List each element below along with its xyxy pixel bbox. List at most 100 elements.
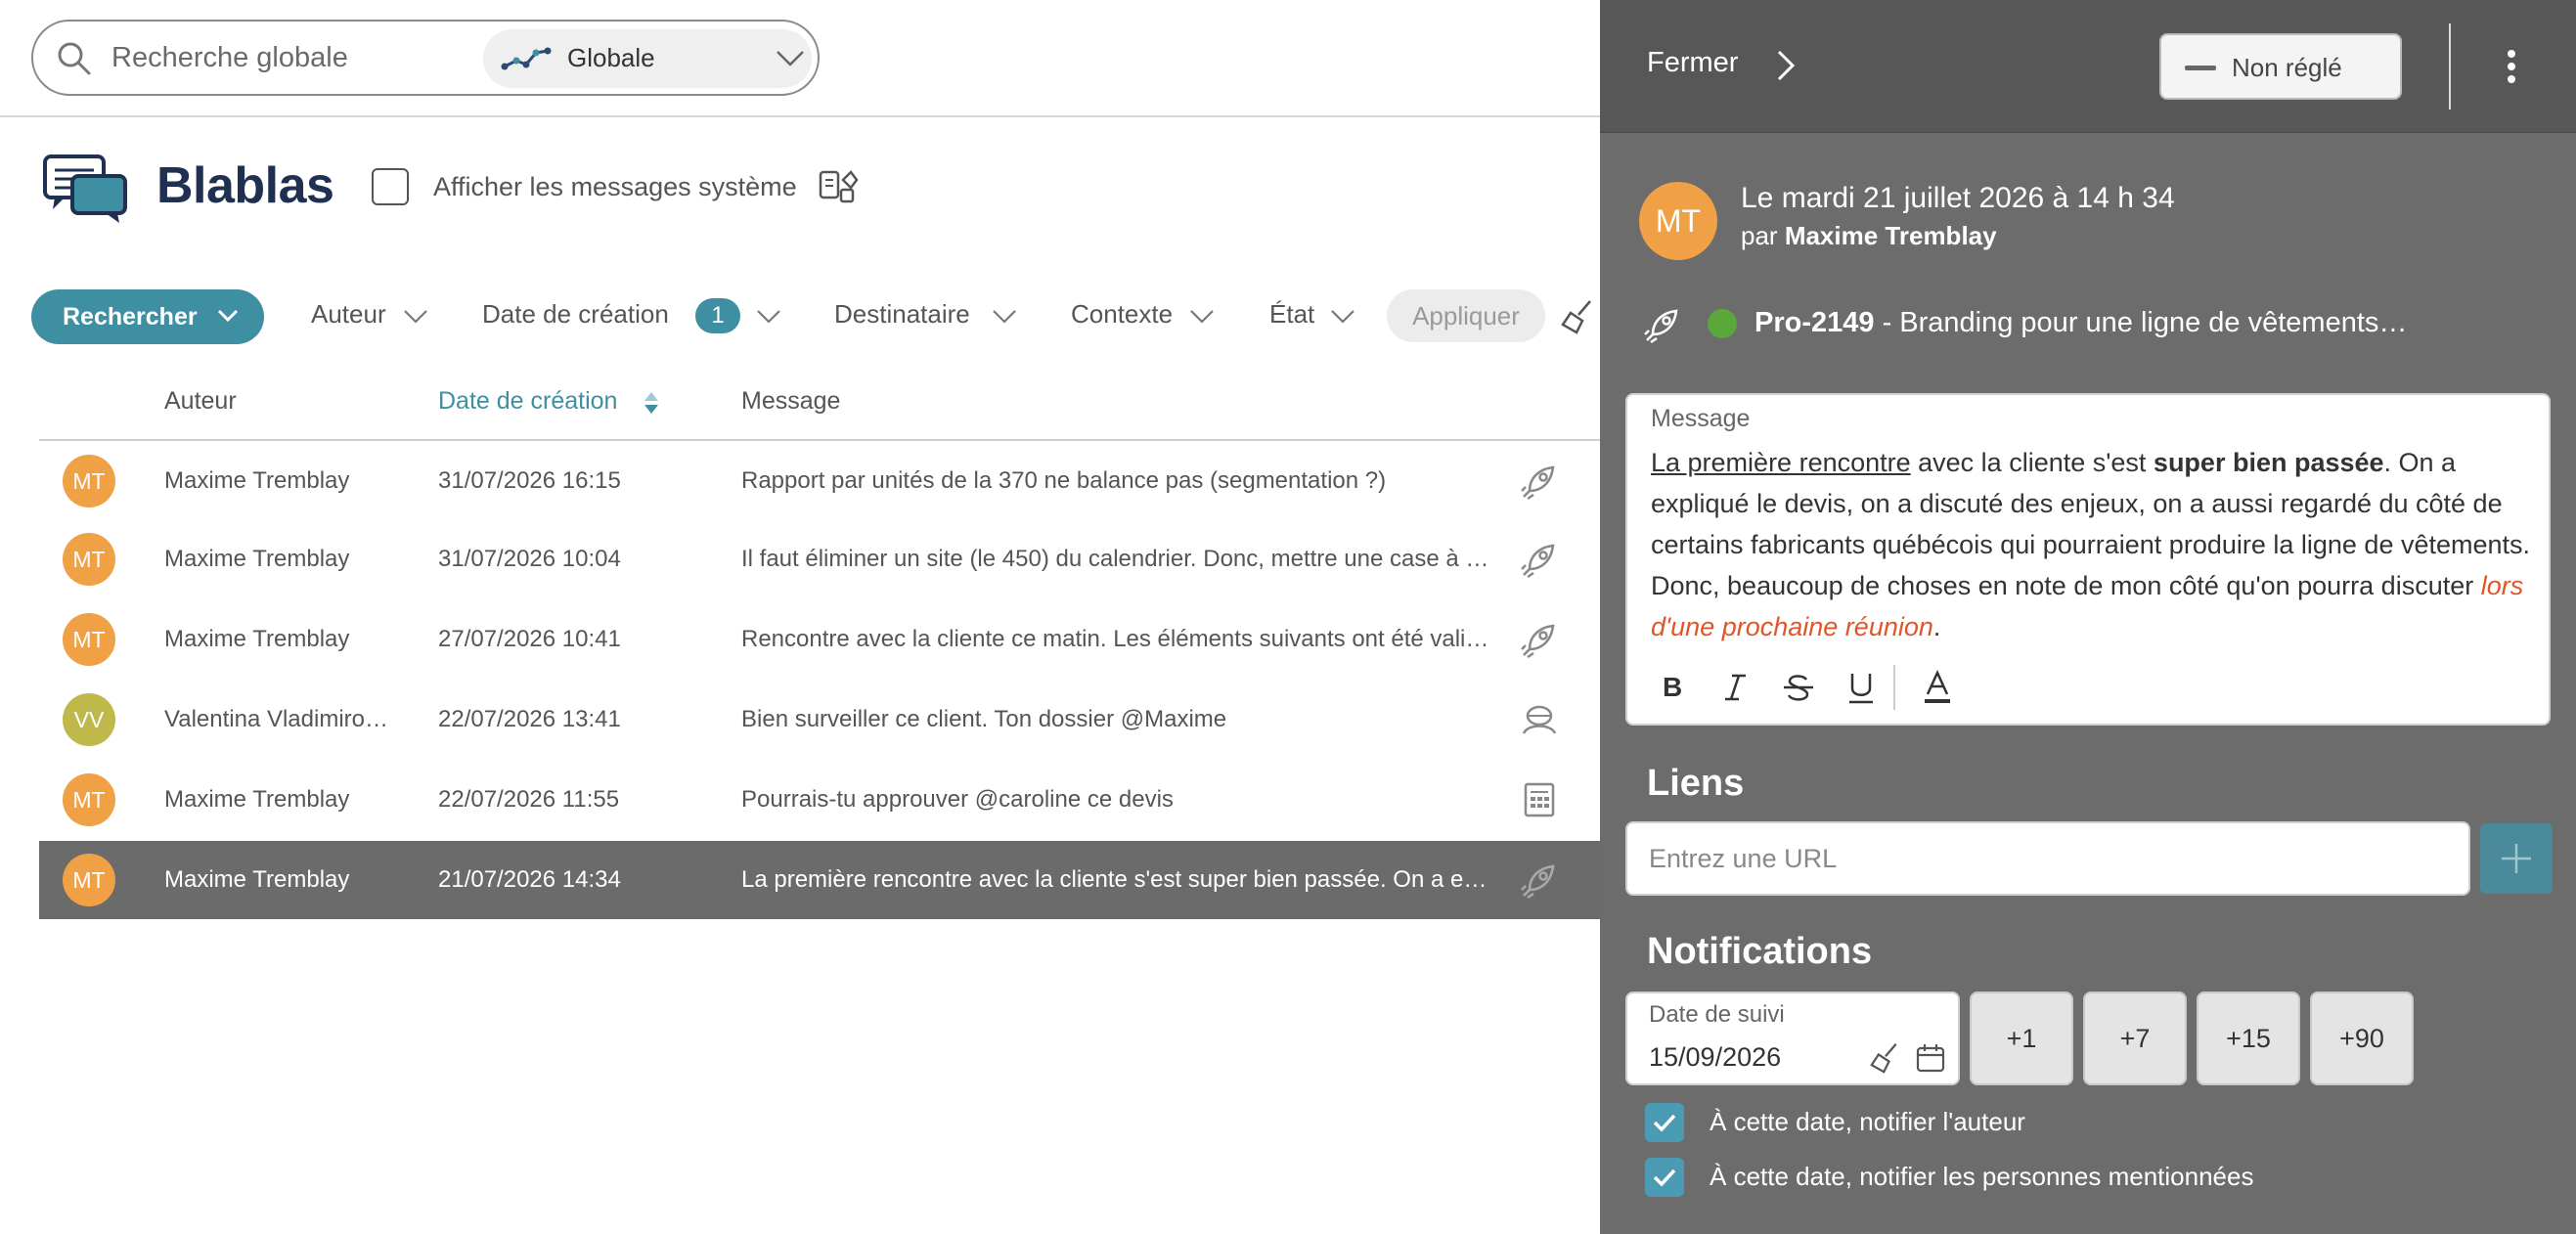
top-bar: Globale <box>0 0 1600 117</box>
followup-date-value[interactable]: 15/09/2026 <box>1649 1042 1781 1073</box>
table-row[interactable]: MT Maxime Tremblay 31/07/2026 16:15 Rapp… <box>39 442 1600 520</box>
row-author: Maxime Tremblay <box>164 786 350 813</box>
chevron-down-icon[interactable] <box>756 309 781 325</box>
column-header-date[interactable]: Date de création <box>438 387 617 416</box>
header-divider <box>39 439 1600 441</box>
strikethrough-icon[interactable] <box>1776 665 1821 710</box>
search-scope-select[interactable]: Globale <box>483 29 812 88</box>
row-date: 31/07/2026 16:15 <box>438 467 621 494</box>
add-15-days-button[interactable]: +15 <box>2197 992 2300 1085</box>
row-author: Maxime Tremblay <box>164 546 350 572</box>
avatar: MT <box>63 613 115 666</box>
avatar: MT <box>63 773 115 826</box>
notify-author-label: À cette date, notifier l'auteur <box>1710 1107 2025 1136</box>
rocket-icon <box>1520 540 1559 579</box>
chevron-down-icon[interactable] <box>992 309 1017 325</box>
panel-header: Fermer Non réglé <box>1600 0 2576 133</box>
search-button-label: Rechercher <box>63 303 198 331</box>
row-message: Rapport par unités de la 370 ne balance … <box>741 467 1387 494</box>
status-dropdown[interactable]: Non réglé <box>2159 33 2402 100</box>
chevron-down-icon[interactable] <box>403 309 428 325</box>
underline-icon[interactable] <box>1839 665 1884 710</box>
network-icon <box>501 43 554 74</box>
message-text: . <box>1932 612 1941 641</box>
rocket-icon <box>1643 305 1682 344</box>
chevron-down-icon <box>775 49 806 68</box>
row-author: Valentina Vladimiro… <box>164 706 388 732</box>
rocket-icon <box>1520 620 1559 659</box>
avatar: MT <box>63 455 115 507</box>
message-label: Message <box>1651 405 1751 432</box>
message-text: avec la cliente s'est <box>1910 448 2154 477</box>
chevron-down-icon[interactable] <box>1330 309 1355 325</box>
italic-icon[interactable] <box>1713 665 1758 710</box>
header-divider <box>2449 23 2451 110</box>
row-author: Maxime Tremblay <box>164 467 350 494</box>
row-author: Maxime Tremblay <box>164 866 350 893</box>
links-section-title: Liens <box>1647 763 1745 804</box>
chevron-down-icon[interactable] <box>1189 309 1215 325</box>
column-header-message[interactable]: Message <box>741 387 840 416</box>
rocket-icon <box>1520 462 1559 501</box>
row-message: Rencontre avec la cliente ce matin. Les … <box>741 626 1489 652</box>
toolbar-divider <box>1893 665 1895 710</box>
message-date: Le mardi 21 juillet 2026 à 14 h 34 <box>1741 182 2175 214</box>
avatar: MT <box>63 533 115 586</box>
url-input[interactable] <box>1625 821 2470 896</box>
robot-message-icon[interactable] <box>818 166 861 205</box>
table-row[interactable]: VV Valentina Vladimiro… 22/07/2026 13:41… <box>39 681 1600 759</box>
followup-date-label: Date de suivi <box>1649 1001 1785 1028</box>
search-button[interactable]: Rechercher <box>31 289 264 344</box>
global-search[interactable]: Globale <box>31 20 820 96</box>
search-input[interactable] <box>111 35 483 80</box>
apply-button[interactable]: Appliquer <box>1387 289 1545 342</box>
chevron-down-icon <box>217 309 239 323</box>
filter-context[interactable]: Contexte <box>1071 299 1173 330</box>
filter-recipient[interactable]: Destinataire <box>834 299 970 330</box>
followup-date-field[interactable]: Date de suivi 15/09/2026 <box>1625 992 1960 1085</box>
sort-icon[interactable] <box>643 389 660 417</box>
project-title: - Branding pour une ligne de vêtements… <box>1874 307 2408 338</box>
bold-icon[interactable]: B <box>1651 665 1696 710</box>
table-row[interactable]: MT Maxime Tremblay 22/07/2026 11:55 Pour… <box>39 761 1600 839</box>
calendar-icon[interactable] <box>1915 1042 1946 1074</box>
broom-icon[interactable] <box>1870 1042 1901 1074</box>
add-7-days-button[interactable]: +7 <box>2083 992 2187 1085</box>
filter-author[interactable]: Auteur <box>311 299 386 330</box>
page-title: Blablas <box>156 157 334 214</box>
close-button[interactable]: Fermer <box>1647 47 1738 79</box>
add-url-button[interactable] <box>2480 823 2553 894</box>
status-label: Non réglé <box>2232 53 2342 82</box>
detail-panel: Fermer Non réglé MT Le mardi 21 juillet … <box>1600 0 2576 1234</box>
author-name[interactable]: Maxime Tremblay <box>1785 221 1997 250</box>
add-1-day-button[interactable]: +1 <box>1970 992 2073 1085</box>
filter-state[interactable]: État <box>1269 299 1314 330</box>
notify-mentioned-checkbox[interactable] <box>1645 1158 1684 1197</box>
table-row[interactable]: MT Maxime Tremblay 31/07/2026 10:04 Il f… <box>39 520 1600 598</box>
client-icon <box>1520 700 1559 739</box>
add-90-days-button[interactable]: +90 <box>2310 992 2414 1085</box>
system-messages-checkbox[interactable] <box>372 168 409 205</box>
search-icon <box>55 39 94 78</box>
broom-icon[interactable] <box>1561 299 1596 334</box>
notify-author-checkbox[interactable] <box>1645 1103 1684 1142</box>
table-row-selected[interactable]: MT Maxime Tremblay 21/07/2026 14:34 La p… <box>39 841 1600 919</box>
message-body[interactable]: La première rencontre avec la cliente s'… <box>1651 442 2541 647</box>
text-color-icon[interactable] <box>1915 665 1960 710</box>
row-message: La première rencontre avec la cliente s'… <box>741 866 1488 893</box>
rocket-icon <box>1520 860 1559 900</box>
project-link[interactable]: Pro-2149 - Branding pour une ligne de vê… <box>1754 307 2407 339</box>
table-row[interactable]: MT Maxime Tremblay 27/07/2026 10:41 Renc… <box>39 600 1600 679</box>
by-prefix: par <box>1741 221 1778 250</box>
project-status-dot <box>1708 309 1737 338</box>
dash-icon <box>2185 66 2216 70</box>
column-header-author[interactable]: Auteur <box>164 387 237 416</box>
row-date: 21/07/2026 14:34 <box>438 866 621 893</box>
chevron-right-icon[interactable] <box>1776 49 1796 82</box>
message-author-line: par Maxime Tremblay <box>1741 221 1997 251</box>
filter-creation-date[interactable]: Date de création <box>482 299 669 330</box>
message-editor[interactable]: Message La première rencontre avec la cl… <box>1625 393 2551 726</box>
quote-icon <box>1520 780 1559 819</box>
row-message: Bien surveiller ce client. Ton dossier @… <box>741 706 1227 732</box>
more-options-icon[interactable] <box>2506 49 2517 84</box>
